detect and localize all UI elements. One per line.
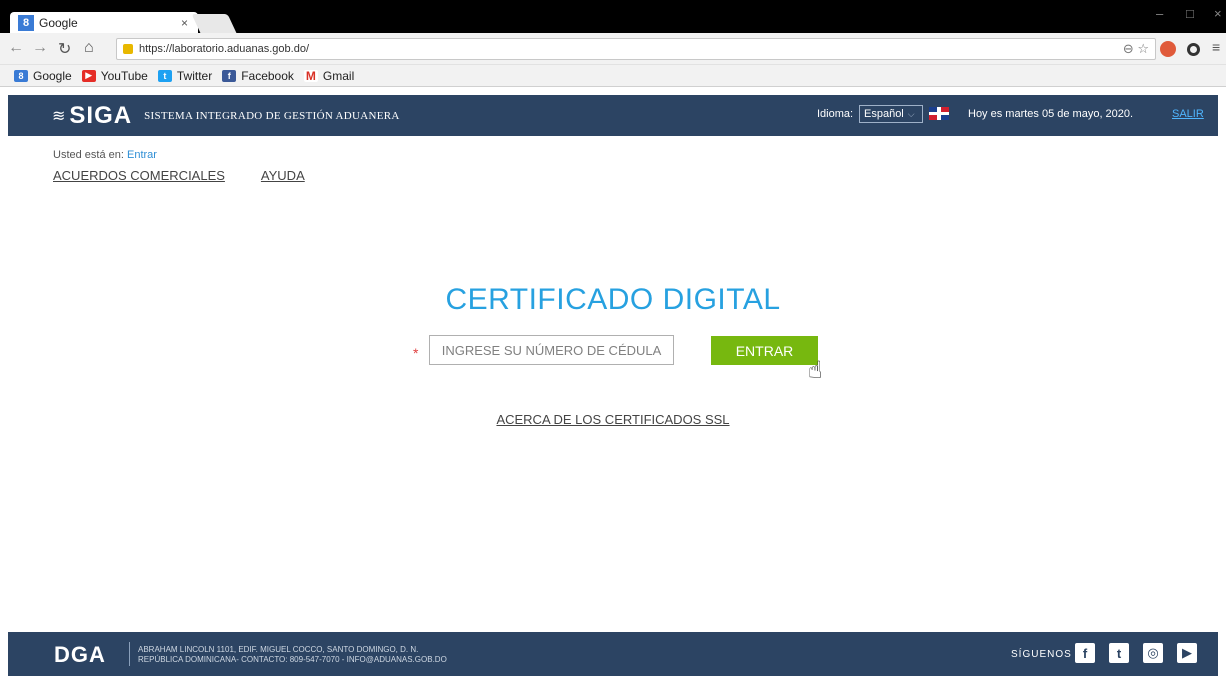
ssl-certificates-link[interactable]: ACERCA DE LOS CERTIFICADOS SSL bbox=[496, 412, 729, 427]
facebook-icon: f bbox=[222, 69, 237, 82]
dominican-flag-icon[interactable] bbox=[929, 107, 949, 120]
follow-label: SÍGUENOS bbox=[1011, 649, 1072, 660]
address-line-2: REPÚBLICA DOMINICANA- CONTACTO: 809-547-… bbox=[138, 655, 447, 664]
dga-logo: DGA bbox=[54, 642, 106, 667]
url-text: https://laboratorio.aduanas.gob.do/ bbox=[139, 43, 310, 55]
system-name: SISTEMA INTEGRADO DE GESTIÓN ADUANERA bbox=[144, 109, 400, 122]
language-label: Idioma: bbox=[817, 108, 854, 120]
circuit-icon: ≋ bbox=[52, 107, 66, 125]
twitter-icon[interactable]: t bbox=[1109, 643, 1129, 663]
browser-tab[interactable]: 8 Google × bbox=[10, 12, 198, 33]
lock-icon bbox=[123, 44, 133, 54]
browser-tab-bar: 8 Google × – □ × bbox=[0, 0, 1226, 33]
footer-divider bbox=[129, 642, 130, 666]
breadcrumb-current[interactable]: Entrar bbox=[127, 149, 157, 161]
reload-icon[interactable]: ↻ bbox=[58, 39, 71, 59]
top-navigation: ACUERDOS COMERCIALES AYUDA bbox=[53, 168, 341, 183]
bookmarks-bar: 8 Google ▶ YouTube t Twitter f Facebook … bbox=[0, 65, 1226, 87]
menu-icon[interactable]: ≡ bbox=[1212, 39, 1220, 55]
breadcrumb: Usted está en: Entrar bbox=[53, 149, 157, 161]
extension-icon[interactable] bbox=[1187, 43, 1200, 56]
page-title: CERTIFICADO DIGITAL bbox=[445, 283, 781, 316]
browser-toolbar: ← → ↻ ⌂ https://laboratorio.aduanas.gob.… bbox=[0, 33, 1226, 65]
adblock-icon[interactable] bbox=[1160, 41, 1176, 57]
breadcrumb-prefix: Usted está en: bbox=[53, 149, 127, 161]
twitter-icon: t bbox=[157, 69, 172, 82]
tab-title: Google bbox=[39, 15, 78, 30]
close-window-icon[interactable]: × bbox=[1214, 6, 1222, 21]
instagram-icon[interactable]: ◎ bbox=[1143, 643, 1163, 663]
address-bar[interactable]: https://laboratorio.aduanas.gob.do/ ⊖ ☆ bbox=[116, 38, 1156, 60]
chevron-down-icon: ⌵ bbox=[907, 108, 915, 119]
bookmark-facebook[interactable]: f Facebook bbox=[222, 69, 294, 83]
gmail-icon: M bbox=[303, 68, 318, 83]
bookmark-label: Twitter bbox=[176, 68, 213, 83]
bookmark-label: Google bbox=[33, 68, 72, 83]
zoom-star-icons[interactable]: ⊖ ☆ bbox=[1123, 41, 1149, 57]
language-value: Español bbox=[864, 108, 904, 120]
forward-icon[interactable]: → bbox=[32, 39, 48, 57]
google-favicon-icon: 8 bbox=[18, 14, 34, 31]
siga-logo[interactable]: ≋ SIGA SISTEMA INTEGRADO DE GESTIÓN ADUA… bbox=[52, 102, 400, 130]
entrar-button[interactable]: ENTRAR bbox=[711, 336, 818, 365]
tab-close-icon[interactable]: × bbox=[181, 16, 188, 30]
bookmark-label: Gmail bbox=[322, 68, 355, 83]
minimize-icon[interactable]: – bbox=[1156, 6, 1163, 21]
ssl-info-container: ACERCA DE LOS CERTIFICADOS SSL bbox=[0, 412, 1226, 427]
bookmark-twitter[interactable]: t Twitter bbox=[157, 68, 213, 83]
bookmark-label: Facebook bbox=[241, 68, 294, 83]
bookmark-label: YouTube bbox=[100, 68, 148, 83]
current-date: Hoy es martes 05 de mayo, 2020. bbox=[968, 108, 1134, 120]
cedula-input[interactable] bbox=[429, 335, 674, 365]
bookmark-google[interactable]: 8 Google bbox=[14, 69, 72, 83]
site-footer: DGA ABRAHAM LINCOLN 1101, EDIF. MIGUEL C… bbox=[8, 632, 1218, 676]
google-icon: 8 bbox=[14, 69, 28, 82]
site-header: ≋ SIGA SISTEMA INTEGRADO DE GESTIÓN ADUA… bbox=[8, 95, 1218, 136]
youtube-icon[interactable]: ▶ bbox=[1177, 643, 1197, 663]
back-icon[interactable]: ← bbox=[8, 39, 24, 57]
logout-link[interactable]: SALIR bbox=[1172, 108, 1204, 120]
hand-pointer-icon: ☝ bbox=[808, 357, 823, 384]
youtube-icon: ▶ bbox=[81, 69, 96, 82]
nav-acuerdos-comerciales[interactable]: ACUERDOS COMERCIALES bbox=[53, 168, 225, 183]
facebook-icon[interactable]: f bbox=[1075, 643, 1095, 663]
nav-ayuda[interactable]: AYUDA bbox=[261, 168, 305, 183]
bookmark-gmail[interactable]: M Gmail bbox=[303, 68, 355, 83]
maximize-icon[interactable]: □ bbox=[1186, 6, 1194, 21]
address-line-1: ABRAHAM LINCOLN 1101, EDIF. MIGUEL COCCO… bbox=[138, 645, 419, 654]
required-marker: * bbox=[413, 345, 419, 361]
new-tab-button[interactable] bbox=[191, 14, 237, 33]
bookmark-youtube[interactable]: ▶ YouTube bbox=[81, 68, 148, 83]
home-icon[interactable]: ⌂ bbox=[84, 39, 94, 57]
language-select[interactable]: Español ⌵ bbox=[859, 105, 923, 123]
footer-address: ABRAHAM LINCOLN 1101, EDIF. MIGUEL COCCO… bbox=[138, 645, 447, 665]
logo-text: SIGA bbox=[69, 101, 133, 129]
